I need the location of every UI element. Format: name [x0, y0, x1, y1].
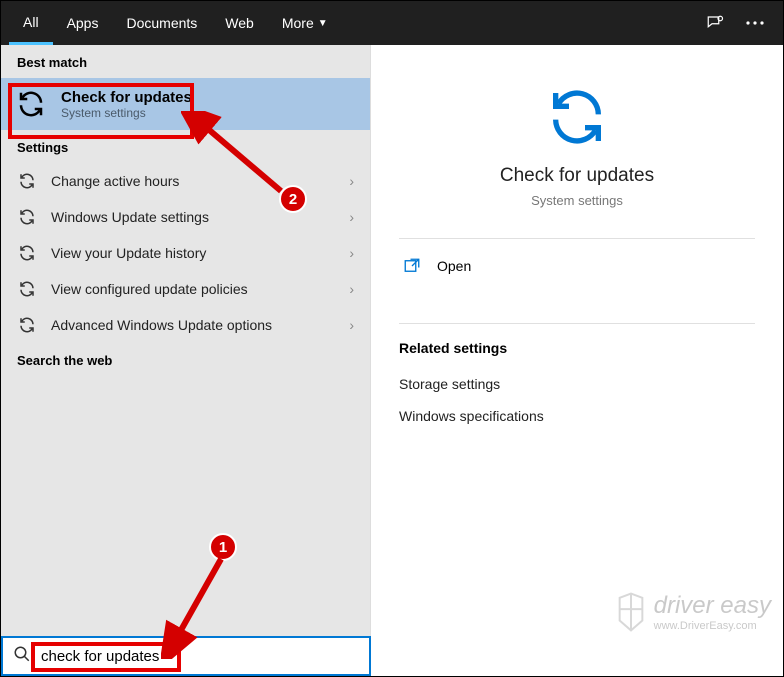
open-label: Open [437, 258, 471, 274]
related-windows-specifications[interactable]: Windows specifications [399, 400, 755, 432]
more-options-icon[interactable] [735, 1, 775, 45]
best-match-result[interactable]: Check for updates System settings [1, 78, 370, 130]
tab-label: Apps [67, 15, 99, 31]
related-label: Storage settings [399, 376, 500, 392]
filter-tabs-bar: All Apps Documents Web More ▼ [1, 1, 783, 45]
related-label: Windows specifications [399, 408, 544, 424]
tab-web[interactable]: Web [211, 1, 268, 45]
related-storage-settings[interactable]: Storage settings [399, 368, 755, 400]
best-match-title: Check for updates [61, 89, 192, 106]
setting-item-update-history[interactable]: View your Update history › [1, 235, 370, 271]
refresh-icon [17, 279, 37, 299]
detail-pane: Check for updates System settings Open R… [371, 45, 783, 638]
best-match-header: Best match [1, 45, 370, 78]
tab-more[interactable]: More ▼ [268, 1, 342, 45]
settings-header: Settings [1, 130, 370, 163]
chevron-right-icon: › [349, 245, 354, 261]
setting-item-advanced-options[interactable]: Advanced Windows Update options › [1, 307, 370, 343]
detail-title: Check for updates [399, 165, 755, 187]
open-icon [403, 257, 421, 275]
detail-refresh-icon [399, 65, 755, 149]
related-heading: Related settings [399, 340, 755, 356]
tab-label: All [23, 14, 39, 30]
refresh-icon [17, 243, 37, 263]
chevron-right-icon: › [349, 209, 354, 225]
setting-label: Advanced Windows Update options [51, 317, 335, 333]
search-web-header: Search the web [1, 343, 370, 376]
setting-label: Change active hours [51, 173, 335, 189]
open-action[interactable]: Open [399, 239, 755, 293]
tab-label: More [282, 15, 314, 31]
setting-label: View your Update history [51, 245, 335, 261]
tab-documents[interactable]: Documents [112, 1, 211, 45]
tab-apps[interactable]: Apps [53, 1, 113, 45]
setting-label: View configured update policies [51, 281, 335, 297]
search-bar[interactable] [1, 636, 371, 676]
best-match-subtitle: System settings [61, 106, 192, 120]
refresh-icon [17, 207, 37, 227]
search-icon [13, 645, 31, 668]
tab-label: Documents [126, 15, 197, 31]
setting-label: Windows Update settings [51, 209, 335, 225]
feedback-icon[interactable] [695, 1, 735, 45]
divider [399, 323, 755, 324]
chevron-right-icon: › [349, 281, 354, 297]
refresh-icon [17, 315, 37, 335]
setting-item-update-settings[interactable]: Windows Update settings › [1, 199, 370, 235]
setting-item-update-policies[interactable]: View configured update policies › [1, 271, 370, 307]
tab-all[interactable]: All [9, 1, 53, 45]
tab-label: Web [225, 15, 254, 31]
setting-item-active-hours[interactable]: Change active hours › [1, 163, 370, 199]
search-input[interactable] [41, 648, 359, 665]
refresh-icon [17, 171, 37, 191]
refresh-icon [15, 88, 47, 120]
chevron-right-icon: › [349, 317, 354, 333]
chevron-down-icon: ▼ [318, 18, 328, 29]
results-pane: Best match Check for updates System sett… [1, 45, 371, 638]
chevron-right-icon: › [349, 173, 354, 189]
detail-subtitle: System settings [399, 193, 755, 208]
